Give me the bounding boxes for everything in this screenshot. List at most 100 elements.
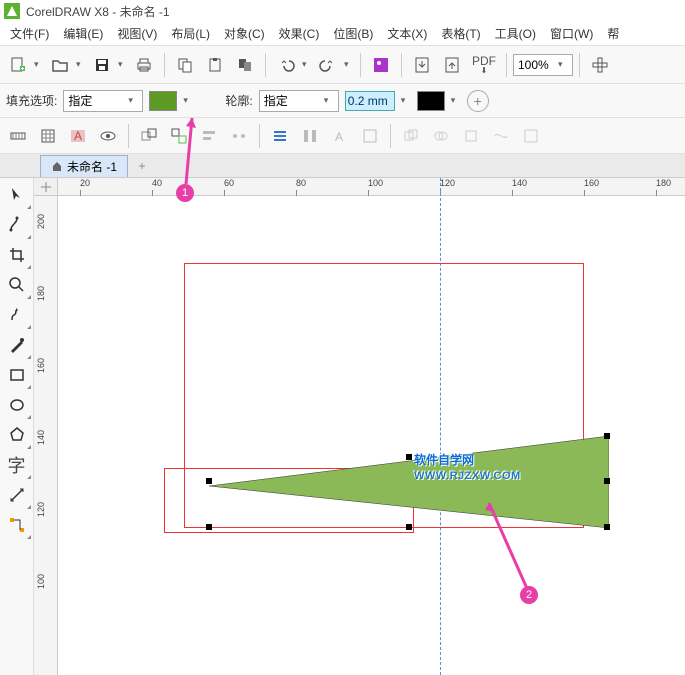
zoom-combo[interactable]: 100% ▾ [513, 54, 573, 76]
selection-handle[interactable] [206, 524, 212, 530]
fill-options-label: 填充选项: [6, 92, 57, 109]
watermark-line1: 软件自学网 [414, 453, 474, 467]
menu-bitmap[interactable]: 位图(B) [327, 23, 379, 44]
open-dropdown[interactable]: ▾ [76, 59, 86, 70]
align-icon[interactable] [195, 122, 223, 150]
document-tab[interactable]: 未命名 -1 [40, 155, 128, 177]
menu-edit[interactable]: 编辑(E) [57, 23, 109, 44]
text-a-icon[interactable]: A [326, 122, 354, 150]
fill-mode-value: 指定 [68, 92, 128, 109]
fill-color-dropdown[interactable]: ▾ [183, 95, 193, 106]
ruler-tick: 20 [80, 178, 90, 188]
pdf-button[interactable]: PDF⬇ [468, 51, 500, 79]
add-preset-button[interactable]: + [467, 90, 489, 112]
selection-handle[interactable] [406, 524, 412, 530]
save-dropdown[interactable]: ▾ [118, 59, 128, 70]
group-icon[interactable] [135, 122, 163, 150]
save-button[interactable] [88, 51, 116, 79]
menu-file[interactable]: 文件(F) [4, 23, 55, 44]
outline-size-input[interactable] [345, 91, 395, 111]
zoom-tool[interactable] [2, 270, 32, 300]
menu-effect[interactable]: 效果(C) [273, 23, 326, 44]
artistic-media-tool[interactable] [2, 330, 32, 360]
copy-button[interactable] [171, 51, 199, 79]
cut-button[interactable] [231, 51, 259, 79]
menu-view[interactable]: 视图(V) [111, 23, 163, 44]
text-frame-icon[interactable]: A [64, 122, 92, 150]
ruler-horizontal[interactable]: 20 40 60 80 100 120 140 160 180 [58, 178, 685, 196]
new-dropdown[interactable]: ▾ [34, 59, 44, 70]
menu-tools[interactable]: 工具(O) [489, 23, 542, 44]
pick-tool[interactable] [2, 180, 32, 210]
ruler-tick: 80 [296, 178, 306, 188]
print-button[interactable] [130, 51, 158, 79]
columns-icon[interactable] [296, 122, 324, 150]
menu-text[interactable]: 文本(X) [381, 23, 433, 44]
outline-size-dropdown[interactable]: ▾ [401, 95, 411, 106]
lines-icon[interactable] [266, 122, 294, 150]
wrap-icon[interactable] [356, 122, 384, 150]
text-tool[interactable]: 字 [2, 450, 32, 480]
ruler-tick: 120 [440, 178, 455, 188]
dimension-tool-icon[interactable] [4, 122, 32, 150]
undo-button[interactable] [272, 51, 300, 79]
snap-button[interactable] [586, 51, 614, 79]
green-triangle[interactable] [209, 436, 609, 528]
menubar: 文件(F) 编辑(E) 视图(V) 布局(L) 对象(C) 效果(C) 位图(B… [0, 22, 685, 46]
titlebar: CorelDRAW X8 - 未命名 -1 [0, 0, 685, 22]
new-button[interactable] [4, 51, 32, 79]
menu-table[interactable]: 表格(T) [435, 23, 486, 44]
combine-icon[interactable] [517, 122, 545, 150]
redo-dropdown[interactable]: ▾ [344, 59, 354, 70]
redo-button[interactable] [314, 51, 342, 79]
outline-color-swatch[interactable] [417, 91, 445, 111]
crop-tool[interactable] [2, 240, 32, 270]
selection-handle[interactable] [406, 454, 412, 460]
outline-color-dropdown[interactable]: ▾ [451, 95, 461, 106]
export-button[interactable] [438, 51, 466, 79]
distribute-icon[interactable] [225, 122, 253, 150]
menu-object[interactable]: 对象(C) [218, 23, 271, 44]
canvas-area[interactable]: 20 40 60 80 100 120 140 160 180 200 180 … [34, 178, 685, 675]
undo-dropdown[interactable]: ▾ [302, 59, 312, 70]
add-tab-button[interactable]: + [132, 156, 152, 176]
selection-handle[interactable] [604, 478, 610, 484]
weld-icon[interactable] [397, 122, 425, 150]
freehand-tool[interactable] [2, 300, 32, 330]
import-button[interactable] [408, 51, 436, 79]
polygon-tool[interactable] [2, 420, 32, 450]
image-adjust-button[interactable] [367, 51, 395, 79]
rectangle-tool[interactable] [2, 360, 32, 390]
menu-layout[interactable]: 布局(L) [165, 23, 216, 44]
ruler-origin[interactable] [34, 178, 58, 196]
window-title: CorelDRAW X8 - 未命名 -1 [26, 3, 170, 20]
eye-icon[interactable] [94, 122, 122, 150]
outline-mode-combo[interactable]: 指定 ▾ [259, 90, 339, 112]
separator [265, 53, 266, 77]
selection-handle[interactable] [604, 524, 610, 530]
selection-handle[interactable] [206, 478, 212, 484]
menu-help[interactable]: 帮 [601, 23, 625, 44]
connector-tool[interactable] [2, 510, 32, 540]
shape-tool[interactable] [2, 210, 32, 240]
trim-icon[interactable] [427, 122, 455, 150]
simplify-icon[interactable] [487, 122, 515, 150]
ellipse-tool[interactable] [2, 390, 32, 420]
ruler-vertical[interactable]: 200 180 160 140 120 100 [34, 196, 58, 675]
open-button[interactable] [46, 51, 74, 79]
separator [579, 53, 580, 77]
fill-color-swatch[interactable] [149, 91, 177, 111]
parallel-dimension-tool[interactable] [2, 480, 32, 510]
paste-button[interactable] [201, 51, 229, 79]
outline-mode-value: 指定 [264, 92, 324, 109]
selection-handle[interactable] [604, 433, 610, 439]
property-bar: 填充选项: 指定 ▾ ▾ 轮廓: 指定 ▾ ▾ ▾ + [0, 84, 685, 118]
grid-icon[interactable] [34, 122, 62, 150]
intersect-icon[interactable] [457, 122, 485, 150]
menu-window[interactable]: 窗口(W) [544, 23, 599, 44]
separator [401, 53, 402, 77]
watermark-line2: WWW.RJZXW.COM [414, 470, 521, 482]
pdf-label: PDF [472, 55, 496, 67]
fill-mode-combo[interactable]: 指定 ▾ [63, 90, 143, 112]
ruler-tick: 120 [36, 502, 46, 517]
